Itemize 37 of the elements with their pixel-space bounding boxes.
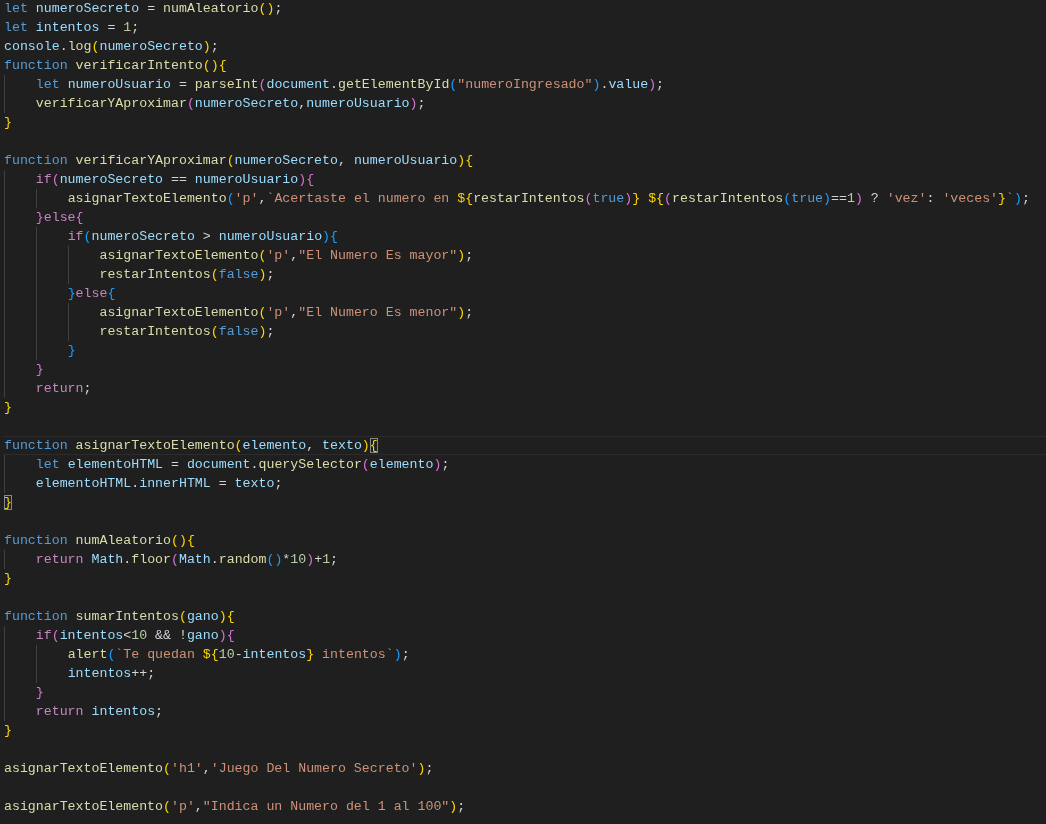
code-line: return;	[4, 379, 1046, 398]
code-line: function numAleatorio(){	[4, 532, 196, 550]
code-line: asignarTextoElemento('p',"Indica un Numero del 1 al 100");	[4, 798, 467, 816]
code-line: function verificarIntento(){	[4, 57, 228, 75]
code-line: }else{	[4, 208, 1046, 227]
code-line: function asignarTextoElemento(elemento, texto){	[4, 436, 1046, 455]
code-line: return Math.floor(Math.random()*10)+1;	[4, 550, 1046, 569]
code-line: let numeroSecreto = numAleatorio();	[4, 0, 284, 18]
code-line: alert(`Te quedan ${10-intentos} intentos`);	[4, 645, 1046, 664]
code-line: asignarTextoElemento('h1','Juego Del Numero Secreto');	[4, 760, 435, 778]
code-line: }	[4, 683, 1046, 702]
code-line: }	[4, 399, 13, 417]
code-line: }	[4, 360, 1046, 379]
code-line: let numeroUsuario = parseInt(document.getElementById("numeroIngresado").value);	[4, 75, 1046, 94]
code-line: asignarTextoElemento('p',"El Numero Es menor");	[4, 303, 1046, 322]
code-line: }else{	[4, 284, 1046, 303]
code-line: if(numeroSecreto == numeroUsuario){	[4, 170, 1046, 189]
code-line: let elementoHTML = document.querySelector(elemento);	[4, 455, 1046, 474]
code-line: asignarTextoElemento('p',"El Numero Es mayor");	[4, 246, 1046, 265]
code-line: }	[4, 114, 13, 132]
code-line: elementoHTML.innerHTML = texto;	[4, 474, 1046, 493]
code-line: return intentos;	[4, 702, 1046, 721]
code-line: asignarTextoElemento('p',`Acertaste el numero en ${restarIntentos(true)} ${(restarIntentos(true)==1) ? 'vez': 'veces'}`);	[4, 189, 1046, 208]
code-line: }	[4, 722, 13, 740]
code-line: intentos++;	[4, 664, 1046, 683]
code-line: console.log(numeroSecreto);	[4, 38, 220, 56]
code-line: if(intentos<10 && !gano){	[4, 626, 1046, 645]
code-line: restarIntentos(false);	[4, 322, 1046, 341]
code-line: let intentos = 1;	[4, 19, 141, 37]
code-line: if(numeroSecreto > numeroUsuario){	[4, 227, 1046, 246]
code-line: verificarYAproximar(numeroSecreto,numeroUsuario);	[4, 94, 1046, 113]
code-line: function sumarIntentos(gano){	[4, 608, 236, 626]
code-line: restarIntentos(false);	[4, 265, 1046, 284]
code-line: }	[4, 494, 13, 512]
code-line: }	[4, 341, 1046, 360]
code-line: function verificarYAproximar(numeroSecreto, numeroUsuario){	[4, 152, 475, 170]
code-line: }	[4, 570, 13, 588]
